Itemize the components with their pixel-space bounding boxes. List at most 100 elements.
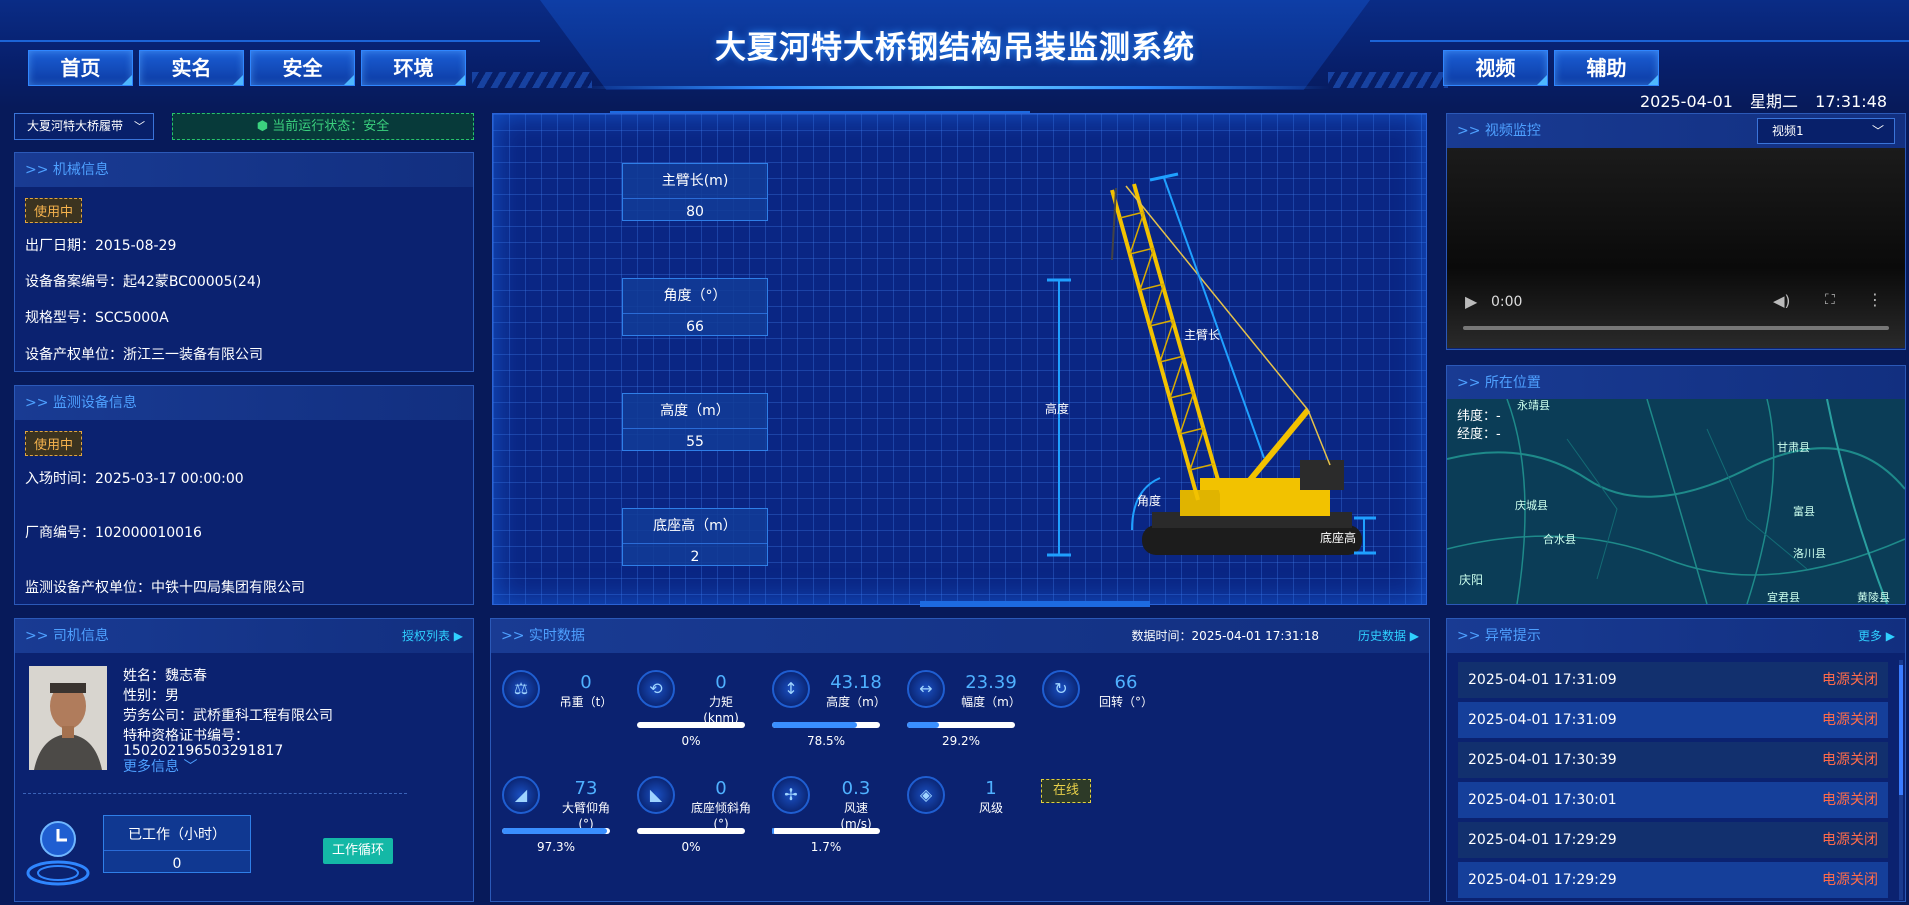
param-height-value: 55 (623, 428, 767, 450)
driver-cert-number: 150202196503291817 (123, 743, 284, 755)
play-icon[interactable]: ▶ (1465, 292, 1477, 311)
metric-label: 高度（m） (814, 694, 898, 710)
date-text: 2025-04-01 (1639, 92, 1733, 111)
alarm-title: >> 异常提示 更多 ▶ (1447, 619, 1905, 653)
stage-bottom-accent (920, 601, 1150, 607)
map-place: 合水县 (1543, 533, 1576, 546)
time-text: 17:31:48 (1815, 92, 1887, 111)
metric-card: ⚖ 0 吊重（t） (502, 670, 632, 750)
metric-progress-fill (772, 722, 857, 728)
weight-icon: ⚖ (502, 670, 540, 708)
monitor-info-panel: >> 监测设备信息 使用中 入场时间：2025-03-17 00:00:00 厂… (14, 385, 474, 605)
worked-hours-label: 已工作（小时） (128, 827, 226, 843)
metric-label-text: 吊重（t） (559, 695, 613, 709)
metric-card: ↻ 66 回转（°） (1042, 670, 1172, 750)
alarm-more-link[interactable]: 更多 ▶ (1858, 619, 1895, 653)
metric-value: 0 (715, 672, 727, 693)
monitor-info-line: 监测设备产权单位：中铁十四局集团有限公司 (25, 580, 305, 596)
fullscreen-icon[interactable]: ⛶ (1825, 292, 1835, 308)
page-title: 大夏河特大桥钢结构吊装监测系统 (715, 30, 1195, 66)
wind-speed-icon: ✢ (772, 776, 810, 814)
metric-label-text: 大臂仰角 (561, 801, 610, 815)
auth-list-link[interactable]: 授权列表 ▶ (402, 619, 463, 653)
nav-safety-button[interactable]: 安全 (250, 50, 355, 86)
video-progress[interactable] (1463, 326, 1889, 330)
metric-percent: 1.7% (810, 840, 842, 854)
chevron-down-icon: ﹀ (134, 120, 145, 133)
driver-cert-label: 特种资格证书编号： (123, 728, 249, 744)
clock-icon (23, 809, 93, 889)
driver-name: 姓名：魏志春 (123, 668, 207, 684)
machine-info-line: 出厂日期：2015-08-29 (25, 238, 177, 254)
base-tilt-icon: ◣ (637, 776, 675, 814)
param-height-label: 高度（m） (660, 403, 730, 419)
more-info-label: 更多信息 (123, 759, 179, 775)
alarm-row[interactable]: 2025-04-01 17:29:29 电源关闭 (1458, 862, 1888, 898)
metric-label-text: 力矩 (708, 695, 733, 709)
divider (23, 793, 407, 794)
metric-label: 回转（°） (1084, 694, 1168, 710)
metric-label-text: 风级 (978, 801, 1003, 815)
metric-value: 43.18 (830, 672, 882, 693)
chevron-down-icon: ﹀ (183, 759, 198, 775)
driver-company: 劳务公司：武桥重科工程有限公司 (123, 708, 333, 724)
title-underline (580, 86, 1330, 89)
alarm-row[interactable]: 2025-04-01 17:29:29 电源关闭 (1458, 822, 1888, 858)
alarm-time: 2025-04-01 17:31:09 (1468, 712, 1617, 728)
more-options-icon[interactable]: ⋮ (1867, 290, 1883, 309)
alarm-row[interactable]: 2025-04-01 17:31:09 电源关闭 (1458, 662, 1888, 698)
metric-label-text: 幅度（m） (961, 695, 1021, 709)
driver-gender: 性别：男 (123, 688, 179, 704)
alarm-row[interactable]: 2025-04-01 17:30:39 电源关闭 (1458, 742, 1888, 778)
map-place: 黄陵县 (1857, 591, 1890, 604)
data-time-value: 2025-04-01 17:31:18 (1191, 629, 1319, 643)
monitor-status-label: 使用中 (25, 431, 83, 456)
site-select[interactable]: 大夏河特大桥履带 ﹀ (14, 113, 154, 140)
alarm-time: 2025-04-01 17:29:29 (1468, 872, 1617, 888)
volume-icon[interactable]: ◀) (1773, 292, 1790, 310)
param-boom-length-label: 主臂长(m) (661, 173, 729, 189)
param-angle: 角度（°） 66 (622, 278, 768, 336)
metric-value: 0 (715, 778, 727, 799)
metric-progress-bar (637, 828, 745, 834)
metric-card: ↔ 23.39 幅度（m） 29.2% (907, 670, 1037, 750)
alarm-status: 电源关闭 (1822, 672, 1878, 688)
nav-assist-button[interactable]: 辅助 (1554, 50, 1659, 86)
alarm-row[interactable]: 2025-04-01 17:31:09 电源关闭 (1458, 702, 1888, 738)
map-place: 洛川县 (1793, 547, 1826, 560)
more-info-link[interactable]: 更多信息 ﹀ (123, 756, 197, 776)
nav-home-button[interactable]: 首页 (28, 50, 133, 86)
map-place: 永靖县 (1517, 399, 1550, 412)
metric-label-text: 底座倾斜角 (690, 801, 751, 815)
machine-info-line: 规格型号：SCC5000A (25, 310, 169, 326)
alarm-scrollbar-thumb[interactable] (1899, 665, 1903, 795)
map-view[interactable]: 永靖县 甘肃县 庆城县 富县 合水县 洛川县 庆阳 宜君县 黄陵县 纬度：- 经… (1447, 399, 1905, 604)
machine-status-label: 使用中 (25, 198, 83, 223)
metric-percent: 29.2% (941, 734, 981, 748)
height-icon: ↕ (772, 670, 810, 708)
history-data-link[interactable]: 历史数据 ▶ (1358, 619, 1419, 653)
alarm-row[interactable]: 2025-04-01 17:30:01 电源关闭 (1458, 782, 1888, 818)
longitude: 经度：- (1457, 427, 1501, 442)
alarm-status: 电源关闭 (1822, 872, 1878, 888)
realtime-title-text: >> 实时数据 (501, 628, 585, 644)
nav-realname-button[interactable]: 实名 (139, 50, 244, 86)
metric-value: 0.3 (841, 778, 871, 799)
metric-progress-bar (907, 722, 1015, 728)
video-select-value: 视频1 (1772, 124, 1804, 138)
metric-value: 23.39 (965, 672, 1017, 693)
param-angle-label: 角度（°） (663, 288, 727, 304)
metric-progress-fill (502, 828, 608, 834)
video-select[interactable]: 视频1 ﹀ (1757, 118, 1895, 144)
realtime-title: >> 实时数据 数据时间：2025-04-01 17:31:18 历史数据 ▶ (491, 619, 1429, 653)
metric-card: ◢ 73 大臂仰角 (°) 97.3% (502, 776, 632, 856)
video-player[interactable]: ▶ 0:00 ◀) ⛶ ⋮ (1447, 148, 1905, 348)
crane-boom-label: 主臂长 (1184, 328, 1221, 342)
run-status-badge: ⬢ 当前运行状态：安全 (172, 113, 474, 140)
nav-environment-button[interactable]: 环境 (361, 50, 466, 86)
param-base-height: 底座高（m） 2 (622, 508, 768, 566)
metric-value: 73 (574, 778, 598, 799)
nav-video-button[interactable]: 视频 (1443, 50, 1548, 86)
datetime: 2025-04-01 星期二 17:31:48 (1628, 88, 1887, 112)
work-cycle-button[interactable]: 工作循环 (323, 838, 393, 864)
